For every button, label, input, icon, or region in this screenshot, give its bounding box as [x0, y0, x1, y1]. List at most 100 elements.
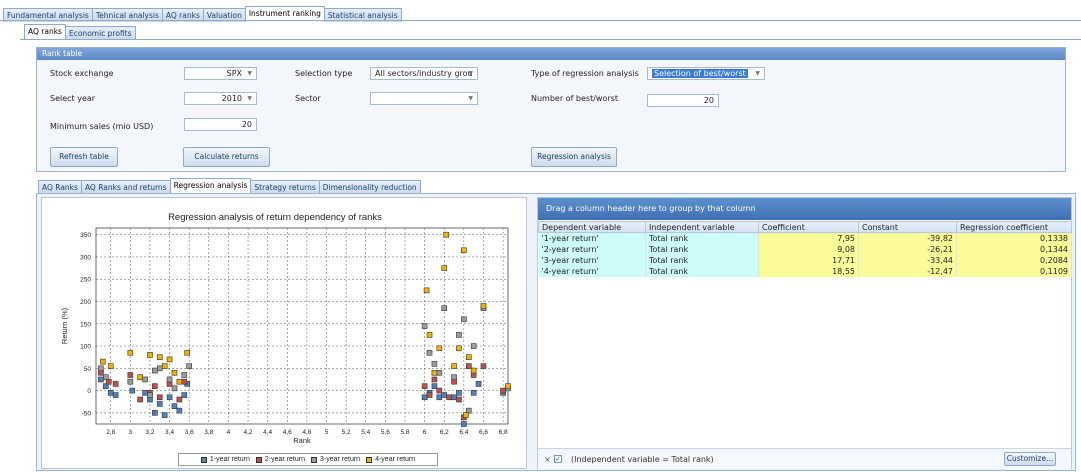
scatter-point-series-2	[480, 363, 487, 369]
filter-checkbox[interactable]: ✓	[554, 455, 562, 463]
scatter-point-series-4	[127, 349, 134, 356]
scatter-point-series-3	[470, 343, 477, 349]
table-row[interactable]: '4-year return' Total rank 18,55 -12,47 0,11…	[538, 265, 1072, 277]
x-tick-label: 4,6	[283, 429, 292, 436]
scatter-point-series-3	[171, 385, 178, 392]
x-tick-label: 5,4	[361, 429, 370, 436]
stock-exchange-select[interactable]: SPX ▼	[184, 67, 257, 80]
col-regression-coefficient[interactable]: Regression coefficient	[956, 221, 1072, 233]
chevron-down-icon: ▼	[468, 95, 473, 102]
sector-select[interactable]: ▼	[370, 92, 478, 105]
scatter-point-series-2	[431, 376, 438, 383]
filter-text: (Independent variable = Total rank)	[571, 455, 714, 464]
scatter-point-series-1	[470, 390, 477, 396]
tab-regression-analysis[interactable]: Regression analysis	[169, 178, 252, 194]
selection-type-select[interactable]: All sectors/industry grou ▼	[370, 67, 478, 80]
tab-aq-ranks-view[interactable]: AQ Ranks	[38, 180, 82, 194]
chevron-down-icon: ▼	[247, 95, 252, 102]
scatter-point-series-1	[129, 387, 136, 394]
legend-item-4: 4-year return	[366, 456, 415, 463]
scatter-point-series-2	[436, 387, 443, 394]
x-tick-label: 6,8	[499, 429, 508, 436]
cell: -26,21	[858, 243, 957, 255]
legend-item-2: 2-year return	[255, 456, 305, 463]
stock-exchange-value: SPX	[226, 69, 242, 78]
scatter-point-series-2	[446, 394, 452, 401]
scatter-point-series-4	[100, 358, 106, 365]
tab-dimensionality-reduction[interactable]: Dimensionality reduction	[318, 180, 421, 194]
regression-scatter-chart: Regression analysis of return dependency…	[60, 212, 511, 445]
scatter-point-series-1	[142, 390, 148, 396]
scatter-point-series-4	[456, 345, 462, 352]
cell: 9,08	[758, 243, 859, 255]
clear-filter-icon[interactable]: ×	[544, 455, 551, 464]
cell: 0,2084	[956, 254, 1072, 266]
x-tick-label: 4,8	[302, 429, 311, 436]
scatter-point-series-3	[166, 376, 173, 383]
regression-type-select[interactable]: Selection of best/worst ▼	[647, 67, 765, 80]
x-tick-label: 6	[423, 429, 427, 436]
col-coefficient[interactable]: Coefficient	[758, 221, 859, 233]
regression-analysis-button[interactable]: Regression analysis	[531, 147, 617, 167]
chart-container: Regression analysis of return dependency…	[41, 197, 527, 469]
y-tick-label: 50	[84, 366, 92, 373]
table-header-row: Dependent variable Independent variable …	[538, 221, 1072, 233]
analysis-tab-strip: AQ Ranks AQ Ranks and returns Regression…	[38, 178, 421, 194]
cell: '4-year return'	[538, 265, 646, 277]
calculate-returns-button[interactable]: Calculate returns	[183, 147, 270, 167]
tab-aq-ranks-and-returns[interactable]: AQ Ranks and returns	[80, 180, 171, 194]
cell: -33,44	[858, 254, 957, 266]
scatter-point-series-1	[107, 390, 114, 396]
scatter-point-series-2	[456, 396, 462, 403]
scatter-point-series-4	[176, 378, 183, 385]
legend-label-2: 2-year return	[264, 456, 305, 463]
select-year-select[interactable]: 2010 ▼	[184, 92, 257, 105]
table-row[interactable]: '1-year return' Total rank 7,95 -39,82 0,133…	[538, 232, 1072, 244]
scatter-point-series-1	[98, 376, 104, 383]
refresh-table-button[interactable]: Refresh table	[50, 147, 118, 167]
scatter-point-series-1	[181, 392, 188, 398]
scatter-point-series-2	[181, 378, 188, 385]
y-tick-label: 250	[80, 277, 91, 284]
y-tick-label: 200	[80, 299, 91, 306]
scatter-point-series-4	[463, 412, 469, 418]
x-tick-label: 6,6	[479, 429, 488, 436]
legend-label-3: 3-year return	[320, 456, 361, 463]
best-worst-input[interactable]: 20	[647, 94, 719, 107]
scatter-point-series-2	[176, 396, 183, 403]
customize-button[interactable]: Customize...	[1004, 452, 1056, 466]
tab-aq-ranks-sub[interactable]: AQ ranks	[24, 24, 66, 40]
scatter-point-series-3	[431, 361, 438, 367]
y-tick-label: 300	[80, 254, 91, 261]
scatter-point-series-3	[181, 372, 188, 378]
table-row[interactable]: '2-year return' Total rank 9,08 -26,21 0,134…	[538, 243, 1072, 255]
min-sales-input[interactable]: 20	[184, 118, 257, 131]
scatter-point-series-3	[421, 323, 428, 329]
col-constant[interactable]: Constant	[858, 221, 957, 233]
scatter-point-series-4	[465, 354, 472, 360]
scatter-point-series-4	[166, 356, 173, 363]
scatter-point-series-4	[184, 349, 191, 356]
scatter-point-series-4	[431, 369, 438, 376]
cell: 17,71	[758, 254, 859, 266]
scatter-point-series-4	[451, 363, 457, 369]
scatter-point-series-1	[156, 401, 163, 407]
scatter-point-series-4	[480, 303, 487, 309]
legend-label-4: 4-year return	[375, 456, 416, 463]
tab-economic-profits[interactable]: Economic profits	[64, 26, 136, 40]
scatter-point-series-2	[127, 372, 134, 378]
group-by-hint[interactable]: Drag a column header here to group by th…	[538, 198, 1071, 220]
scatter-point-series-4	[443, 231, 450, 238]
regression-type-label: Type of regression analysis	[531, 69, 639, 78]
col-independent-variable[interactable]: Independent variable	[645, 221, 759, 233]
cell: 0,1344	[956, 243, 1072, 255]
table-row[interactable]: '3-year return' Total rank 17,71 -33,44 0,20…	[538, 254, 1072, 266]
scatter-point-series-4	[470, 367, 477, 374]
regression-type-value: Selection of best/worst	[652, 69, 748, 78]
tab-strategy-returns[interactable]: Strategy returns	[250, 180, 320, 194]
col-dependent-variable[interactable]: Dependent variable	[538, 221, 646, 233]
scatter-point-series-1	[456, 390, 462, 396]
cell: -39,82	[858, 232, 957, 244]
legend-item-3: 3-year return	[311, 456, 360, 463]
y-tick-label: 150	[80, 321, 91, 328]
